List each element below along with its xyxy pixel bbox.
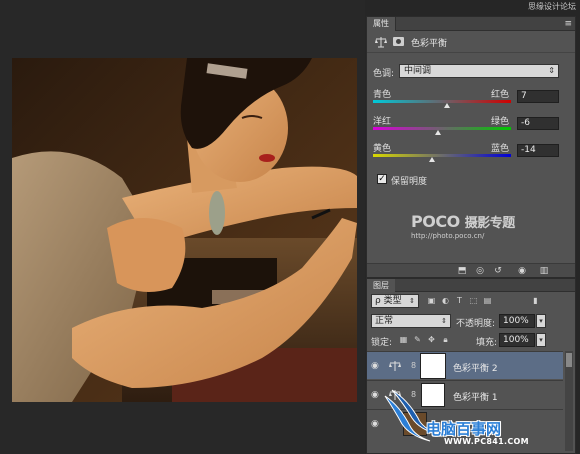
slider-thumb[interactable] [443, 103, 450, 108]
layer-filter-row: ρ 类型 ⇕ ▣ ◐ T ⬚ ▤ ▮ [371, 294, 571, 308]
mask-icon[interactable] [393, 37, 404, 46]
panel-menu-icon[interactable]: ≡ [564, 18, 572, 30]
slider-right-label: 蓝色 [491, 144, 510, 154]
slider-left-label: 黄色 [373, 144, 392, 154]
lock-row: 锁定: ▦ ✎ ✥ 🔒︎ 填充: 100% ▾ [371, 333, 571, 348]
up-down-arrow-icon: ⇕ [548, 66, 555, 75]
watermark-bottom: 电脑百事网 WWW.PC841.COM [384, 384, 580, 454]
tone-select-value: 中间调 [404, 66, 432, 76]
slider-thumb[interactable] [434, 130, 441, 135]
poco-url: http://photo.poco.cn/ [411, 232, 485, 240]
properties-footer: ⬒ ◎ ↺ ◉ ▥ [367, 263, 575, 277]
opacity-label: 不透明度: [456, 319, 496, 329]
slider-value-input[interactable]: 7 [517, 90, 559, 103]
lock-position-icon[interactable]: ✥ [427, 335, 436, 345]
slider-right-label: 绿色 [491, 117, 510, 127]
watermark-top-text: 思缘设计论坛 [528, 2, 576, 11]
poco-logo: POCO 摄影专题 [411, 212, 561, 231]
clip-to-layer-icon[interactable]: ⬒ [457, 266, 467, 276]
fill-label: 填充: [476, 338, 498, 348]
slider-track[interactable] [373, 154, 511, 157]
properties-header: 色彩平衡 [367, 31, 575, 53]
photo-image[interactable] [12, 58, 357, 402]
shape-filter-icon[interactable]: ⬚ [469, 296, 478, 306]
layer-name[interactable]: 色彩平衡 2 [453, 361, 498, 374]
blend-mode-select[interactable]: 正常 ⇕ [371, 314, 451, 328]
preserve-luminosity-checkbox[interactable]: ✓ [377, 174, 387, 184]
smart-object-filter-icon[interactable]: ▤ [483, 296, 492, 306]
cyan-red-slider: 青色 红色 7 [373, 87, 569, 115]
tone-label: 色调: [373, 69, 395, 79]
layer-filter-select[interactable]: ρ 类型 ⇕ [371, 294, 419, 308]
properties-panel: 属性 ≡ 色彩平衡 色调: 中间调 ⇕ 青色 红色 7 洋红 绿色 -6 黄色 … [366, 16, 576, 278]
slider-track[interactable] [373, 127, 511, 130]
poco-logo-text: POCO [411, 212, 460, 231]
layers-tabbar: 图层 [367, 279, 575, 292]
document-canvas[interactable] [0, 0, 365, 454]
slider-right-label: 红色 [491, 90, 510, 100]
watermark-url-text: WWW.PC841.COM [444, 437, 529, 446]
fill-input[interactable]: 100% [499, 333, 535, 347]
slider-thumb[interactable] [429, 157, 436, 162]
balance-scale-icon [375, 37, 387, 48]
up-down-arrow-icon: ⇕ [441, 317, 447, 325]
magenta-green-slider: 洋红 绿色 -6 [373, 114, 569, 142]
slider-track[interactable] [373, 100, 511, 103]
properties-title: 色彩平衡 [411, 39, 448, 49]
slider-value-input[interactable]: -14 [517, 144, 559, 157]
poco-logo-suffix: 摄影专题 [464, 216, 516, 231]
lock-label: 锁定: [371, 338, 393, 348]
adjustment-filter-icon[interactable]: ◐ [441, 296, 450, 306]
visibility-eye-icon[interactable]: ◉ [517, 266, 527, 276]
opacity-dropdown-button[interactable]: ▾ [536, 314, 546, 328]
type-filter-icon[interactable]: T [455, 296, 464, 306]
properties-tabbar: 属性 ≡ [367, 17, 575, 31]
yellow-blue-slider: 黄色 蓝色 -14 [373, 141, 569, 169]
tone-row: 色调: 中间调 ⇕ [373, 64, 569, 79]
slider-left-label: 洋红 [373, 117, 392, 127]
slider-left-label: 青色 [373, 90, 392, 100]
blend-mode-value: 正常 [375, 316, 394, 326]
tab-layers[interactable]: 图层 [367, 279, 395, 292]
link-icon[interactable]: 8 [411, 361, 416, 370]
up-down-arrow-icon: ⇕ [409, 297, 415, 305]
lock-all-icon[interactable]: 🔒︎ [441, 335, 450, 345]
tone-select[interactable]: 中间调 ⇕ [399, 64, 559, 78]
blend-row: 正常 ⇕ 不透明度: 100% ▾ [371, 314, 571, 329]
opacity-input[interactable]: 100% [499, 314, 535, 328]
watermark-site-text: 电脑百事网 [426, 420, 502, 438]
reset-icon[interactable]: ↺ [493, 266, 503, 276]
layer-mask-thumbnail[interactable] [420, 353, 446, 379]
balance-scale-icon [389, 361, 401, 371]
filter-toggle-icon[interactable]: ▮ [531, 296, 540, 306]
layer-filter-value: ρ 类型 [375, 296, 402, 306]
lock-transparency-icon[interactable]: ▦ [399, 335, 408, 345]
poco-watermark: POCO 摄影专题 http://photo.poco.cn/ [411, 212, 561, 240]
photo-illustration [12, 58, 357, 402]
scrollbar-thumb[interactable] [566, 353, 572, 367]
pixel-filter-icon[interactable]: ▣ [427, 296, 436, 306]
slider-value-input[interactable]: -6 [517, 117, 559, 130]
visibility-eye-icon[interactable]: ◉ [371, 361, 381, 371]
trash-icon[interactable]: ▥ [539, 266, 549, 276]
preserve-luminosity-label: 保留明度 [391, 177, 428, 187]
view-previous-icon[interactable]: ◎ [475, 266, 485, 276]
layer-row[interactable]: ◉ 8 色彩平衡 2 [367, 351, 563, 379]
fill-dropdown-button[interactable]: ▾ [536, 333, 546, 347]
lock-pixels-icon[interactable]: ✎ [413, 335, 422, 345]
tab-properties[interactable]: 属性 [367, 17, 396, 31]
